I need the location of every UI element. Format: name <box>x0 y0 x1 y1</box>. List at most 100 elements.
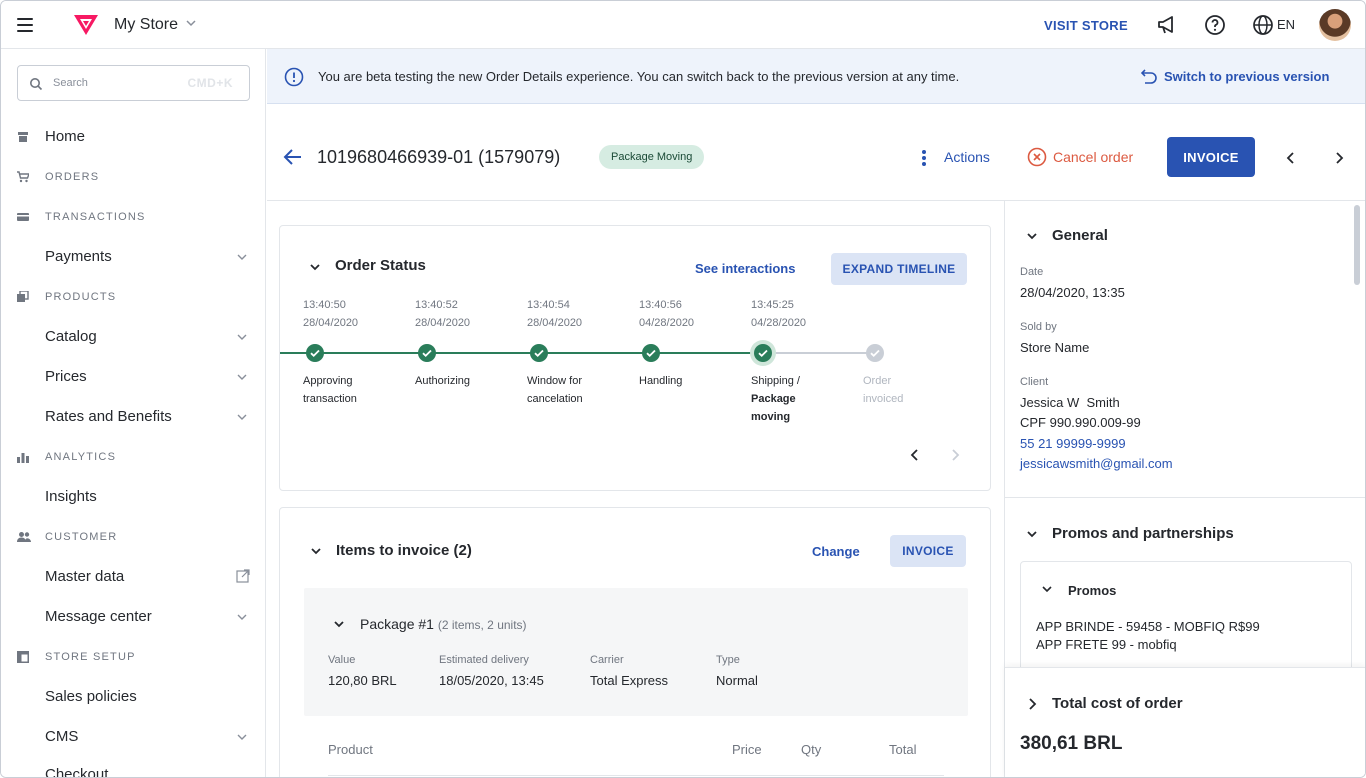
promos-partnerships-title: Promos and partnerships <box>1052 525 1234 542</box>
sidebar-item-checkout[interactable]: Checkout <box>45 766 108 777</box>
step-label-line: cancelation <box>527 393 583 405</box>
page-title: 1019680466939-01 (1579079) <box>317 147 561 167</box>
visit-store-link[interactable]: VISIT STORE <box>1044 18 1128 33</box>
chevron-down-icon[interactable] <box>1025 527 1039 541</box>
chevron-left-icon[interactable] <box>1284 151 1298 165</box>
order-header: 1019680466939-01 (1579079) Package Movin… <box>267 105 1365 201</box>
sidebar-item-rates-and-benefits[interactable]: Rates and Benefits <box>45 408 172 425</box>
step-time: 13:40:50 <box>303 299 346 311</box>
expand-timeline-button[interactable]: EXPAND TIMELINE <box>831 253 967 285</box>
main-content: Order Status See interactions EXPAND TIM… <box>267 201 1004 777</box>
client-email-link[interactable]: jessicawsmith@gmail.com <box>1020 456 1173 471</box>
package-title: Package #1 (2 items, 2 units) <box>360 616 527 632</box>
switch-previous-version-link[interactable]: Switch to previous version <box>1164 69 1329 84</box>
invoice-button[interactable]: INVOICE <box>1167 137 1255 177</box>
timeline-progress <box>280 352 762 354</box>
timeline-step-label: Window for cancelation <box>527 372 583 408</box>
cancel-order-button[interactable]: Cancel order <box>1053 149 1133 165</box>
help-icon[interactable] <box>1204 14 1226 36</box>
sidebar-item-home[interactable]: Home <box>45 128 85 145</box>
step-label-line: Window for <box>527 375 583 387</box>
sidebar-section-products[interactable]: PRODUCTS <box>45 291 116 303</box>
search-shortcut: CMD+K <box>187 76 233 90</box>
scrollbar[interactable] <box>1354 205 1360 285</box>
check-circle-icon <box>642 344 660 362</box>
chevron-down-icon[interactable] <box>236 611 248 623</box>
sidebar-section-customer[interactable]: CUSTOMER <box>45 531 117 543</box>
chevron-right-icon[interactable] <box>1025 697 1039 711</box>
sidebar-item-insights[interactable]: Insights <box>45 488 97 505</box>
sidebar-item-cms[interactable]: CMS <box>45 728 78 745</box>
invoice-items-button[interactable]: INVOICE <box>890 535 966 567</box>
step-time: 13:40:54 <box>527 299 570 311</box>
more-vertical-icon[interactable] <box>921 149 927 167</box>
chevron-right-icon[interactable] <box>1332 151 1346 165</box>
chevron-down-icon[interactable] <box>308 260 322 274</box>
sidebar-item-payments[interactable]: Payments <box>45 248 112 265</box>
step-label-line: Order <box>863 375 892 387</box>
chevron-down-icon[interactable] <box>236 331 248 343</box>
check-circle-icon <box>530 344 548 362</box>
chevron-down-icon[interactable] <box>236 371 248 383</box>
sidebar-section-orders[interactable]: ORDERS <box>45 171 99 183</box>
step-label-line: Package <box>751 393 796 405</box>
sold-by-label: Sold by <box>1020 321 1057 333</box>
sidebar-section-transactions[interactable]: TRANSACTIONS <box>45 211 146 223</box>
avatar[interactable] <box>1319 9 1351 41</box>
actions-button[interactable]: Actions <box>944 149 990 165</box>
undo-icon[interactable] <box>1140 68 1158 86</box>
step-label-line: Shipping / <box>751 375 800 387</box>
client-phone-link[interactable]: 55 21 99999-9999 <box>1020 436 1126 451</box>
promos-subtitle: Promos <box>1068 583 1117 598</box>
cancel-circle-icon[interactable] <box>1027 147 1047 167</box>
vtex-logo[interactable] <box>74 14 98 36</box>
language-selector[interactable]: EN <box>1277 17 1295 32</box>
timeline-step-label: Shipping / Package moving <box>751 372 800 426</box>
timeline-step-timestamp: 13:40:56 04/28/2020 <box>639 296 694 332</box>
sidebar-item-sales-policies[interactable]: Sales policies <box>45 688 137 705</box>
step-label-line: Authorizing <box>415 375 471 387</box>
change-link[interactable]: Change <box>812 544 860 559</box>
app-window: My Store VISIT STORE EN Search CMD+K Hom… <box>0 0 1366 778</box>
total-cost-value: 380,61 BRL <box>1020 733 1123 754</box>
sidebar-item-prices[interactable]: Prices <box>45 368 87 385</box>
step-date: 04/28/2020 <box>751 317 807 329</box>
see-interactions-link[interactable]: See interactions <box>695 261 795 276</box>
estimated-delivery: 18/05/2020, 13:45 <box>439 673 544 688</box>
step-label-line: Handling <box>639 375 683 387</box>
sidebar-item-master-data[interactable]: Master data <box>45 568 124 585</box>
check-circle-icon <box>754 344 772 362</box>
package-name: Package #1 <box>360 616 434 632</box>
chevron-down-icon[interactable] <box>236 251 248 263</box>
hamburger-menu-icon[interactable] <box>17 18 33 32</box>
globe-icon[interactable] <box>1252 14 1274 36</box>
sidebar-item-catalog[interactable]: Catalog <box>45 328 97 345</box>
chevron-down-icon[interactable] <box>184 16 198 30</box>
chevron-down-icon[interactable] <box>332 617 346 631</box>
timeline-step-timestamp: 13:40:50 28/04/2020 <box>303 296 358 332</box>
chevron-right-icon[interactable] <box>948 448 962 462</box>
chevron-down-icon[interactable] <box>1041 583 1053 595</box>
sidebar-item-message-center[interactable]: Message center <box>45 608 152 625</box>
store-name[interactable]: My Store <box>114 16 178 34</box>
chevron-down-icon[interactable] <box>236 731 248 743</box>
type-value: Normal <box>716 673 758 688</box>
search-placeholder: Search <box>53 77 88 89</box>
package-value: 120,80 BRL <box>328 673 397 688</box>
chevron-down-icon[interactable] <box>1025 229 1039 243</box>
search-input[interactable]: Search CMD+K <box>17 65 250 101</box>
megaphone-icon[interactable] <box>1156 14 1178 36</box>
sold-by-value: Store Name <box>1020 340 1090 355</box>
sidebar-section-store-setup[interactable]: STORE SETUP <box>45 651 136 663</box>
order-status-title: Order Status <box>335 257 426 274</box>
chevron-left-icon[interactable] <box>908 448 922 462</box>
divider <box>1005 497 1365 498</box>
banner-message: You are beta testing the new Order Detai… <box>318 69 960 84</box>
arrow-left-icon[interactable] <box>283 147 303 167</box>
chevron-down-icon[interactable] <box>309 544 323 558</box>
sidebar-section-analytics[interactable]: ANALYTICS <box>45 451 116 463</box>
chevron-down-icon[interactable] <box>236 411 248 423</box>
cart-icon <box>17 171 29 183</box>
check-circle-icon <box>866 344 884 362</box>
external-link-icon[interactable] <box>236 569 250 583</box>
